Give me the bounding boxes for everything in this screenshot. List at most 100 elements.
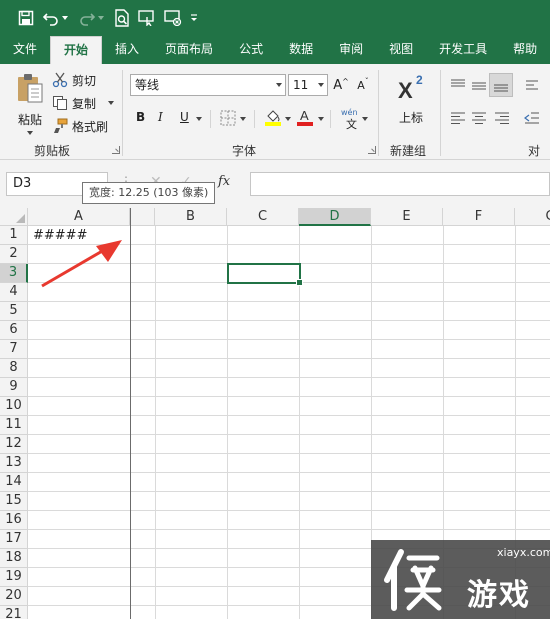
align-right-icon[interactable]: [494, 110, 510, 126]
row-header-19[interactable]: 19: [0, 568, 28, 587]
gridline: [28, 510, 550, 511]
copy-dropdown-icon[interactable]: [108, 101, 115, 105]
row-header-20[interactable]: 20: [0, 587, 28, 606]
touch-mode-icon[interactable]: [138, 6, 156, 30]
superscript-button[interactable]: X2 上标: [390, 72, 432, 132]
column-header-e[interactable]: E: [371, 208, 443, 226]
italic-button[interactable]: I: [158, 110, 163, 124]
gridline: [28, 472, 550, 473]
row-header-3[interactable]: 3: [0, 264, 28, 283]
insert-function-icon[interactable]: fx: [218, 174, 230, 189]
row-header-13[interactable]: 13: [0, 454, 28, 473]
phonetic-dropdown-icon[interactable]: [362, 117, 368, 121]
caret-up-icon: ^: [342, 76, 349, 86]
gridline: [28, 320, 550, 321]
tab-file[interactable]: 文件: [0, 36, 50, 64]
undo-icon[interactable]: [42, 6, 60, 30]
orientation-icon[interactable]: [524, 77, 540, 93]
row-header-21[interactable]: 21: [0, 606, 28, 619]
row-header-10[interactable]: 10: [0, 397, 28, 416]
tab-data[interactable]: 数据: [276, 36, 326, 64]
print-preview-icon[interactable]: [114, 6, 130, 30]
paste-dropdown-icon[interactable]: [27, 131, 33, 135]
row-header-6[interactable]: 6: [0, 321, 28, 340]
clear-format-icon[interactable]: [164, 6, 182, 30]
copy-button[interactable]: 复制: [52, 93, 115, 113]
row-header-17[interactable]: 17: [0, 530, 28, 549]
svg-text:X: X: [398, 78, 413, 102]
active-cell-d3[interactable]: [227, 263, 303, 286]
font-size-select[interactable]: 11: [288, 74, 328, 96]
column-resize-guide[interactable]: [130, 208, 131, 619]
font-name-select[interactable]: 等线: [130, 74, 286, 96]
gridline: [227, 226, 228, 619]
row-header-9[interactable]: 9: [0, 378, 28, 397]
paste-button[interactable]: 粘贴: [12, 72, 48, 142]
row-header-8[interactable]: 8: [0, 359, 28, 378]
column-header-c[interactable]: C: [227, 208, 299, 226]
shrink-font-label: A: [357, 78, 365, 92]
customize-toolbar-icon[interactable]: [190, 6, 198, 30]
row-header-15[interactable]: 15: [0, 492, 28, 511]
align-left-icon[interactable]: [450, 110, 466, 126]
tab-help[interactable]: 帮助: [500, 36, 550, 64]
font-color-dropdown-icon[interactable]: [318, 117, 324, 121]
align-top-icon[interactable]: [450, 77, 466, 93]
formula-input[interactable]: [250, 172, 550, 196]
font-color-icon[interactable]: A: [296, 108, 314, 126]
align-center-icon[interactable]: [471, 110, 487, 126]
grow-font-button[interactable]: A ^: [332, 76, 350, 94]
row-header-14[interactable]: 14: [0, 473, 28, 492]
row-header-11[interactable]: 11: [0, 416, 28, 435]
underline-dropdown-icon[interactable]: [196, 117, 202, 121]
name-box-value: D3: [13, 176, 32, 191]
tab-review[interactable]: 审阅: [326, 36, 376, 64]
paste-label: 粘贴: [17, 113, 42, 127]
row-header-18[interactable]: 18: [0, 549, 28, 568]
align-middle-icon[interactable]: [471, 77, 487, 93]
row-header-5[interactable]: 5: [0, 302, 28, 321]
save-icon[interactable]: [18, 6, 34, 30]
align-bottom-button[interactable]: [489, 73, 513, 97]
bold-button[interactable]: B: [136, 110, 145, 124]
row-header-2[interactable]: 2: [0, 245, 28, 264]
row-header-1[interactable]: 1: [0, 226, 28, 245]
column-header-d[interactable]: D: [299, 208, 371, 226]
tab-home[interactable]: 开始: [50, 36, 103, 64]
row-header-16[interactable]: 16: [0, 511, 28, 530]
redo-dropdown-icon[interactable]: [98, 6, 104, 30]
tab-formulas[interactable]: 公式: [226, 36, 276, 64]
undo-dropdown-icon[interactable]: [62, 6, 68, 30]
decrease-indent-icon[interactable]: [524, 110, 540, 126]
cut-button[interactable]: 剪切: [52, 70, 96, 90]
divider: [330, 110, 331, 128]
select-all-button[interactable]: [0, 208, 28, 226]
redo-icon[interactable]: [78, 6, 96, 30]
tab-view[interactable]: 视图: [376, 36, 426, 64]
column-header-g[interactable]: G: [515, 208, 550, 226]
fill-color-dropdown-icon[interactable]: [285, 117, 291, 121]
gridline: [28, 301, 550, 302]
column-header-f[interactable]: F: [443, 208, 515, 226]
row-header-12[interactable]: 12: [0, 435, 28, 454]
column-header-b[interactable]: B: [155, 208, 227, 226]
shrink-font-button[interactable]: Aˇ: [354, 76, 372, 94]
font-size-value: 11: [293, 78, 309, 92]
borders-dropdown-icon[interactable]: [240, 117, 246, 121]
row-header-7[interactable]: 7: [0, 340, 28, 359]
tab-page-layout[interactable]: 页面布局: [152, 36, 226, 64]
underline-button[interactable]: U: [180, 110, 189, 124]
clipboard-launcher-icon[interactable]: [112, 146, 120, 154]
phonetic-guide-button[interactable]: 文: [346, 116, 357, 132]
tab-developer[interactable]: 开发工具: [426, 36, 500, 64]
format-painter-button[interactable]: 格式刷: [52, 116, 108, 136]
borders-icon[interactable]: [220, 110, 236, 126]
fill-color-icon[interactable]: [264, 108, 282, 126]
column-header-a[interactable]: A: [28, 208, 130, 226]
font-launcher-icon[interactable]: [368, 146, 376, 154]
row-header-4[interactable]: 4: [0, 283, 28, 302]
gridline: [28, 415, 550, 416]
tab-insert[interactable]: 插入: [102, 36, 152, 64]
svg-text:A: A: [300, 108, 309, 123]
gridline: [28, 377, 550, 378]
